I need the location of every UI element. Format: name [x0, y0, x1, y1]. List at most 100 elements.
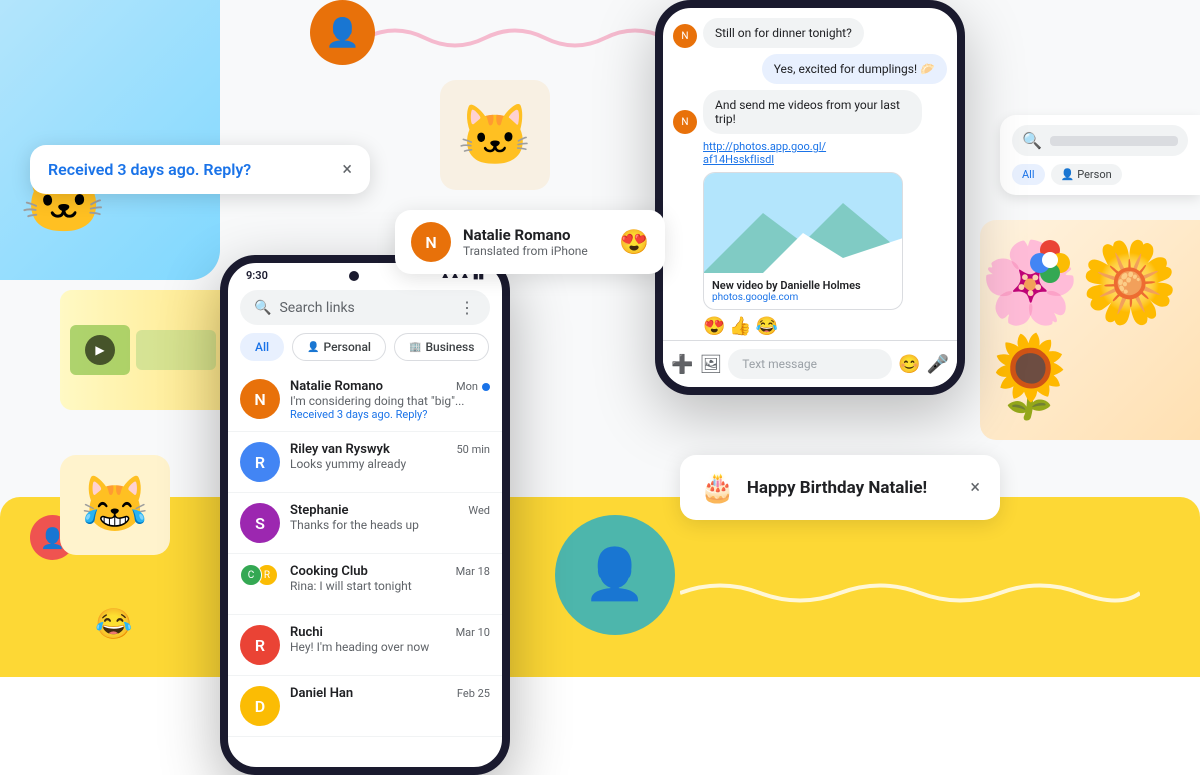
conv-time-stephanie: Wed	[468, 504, 490, 517]
person-avatar-orange: 👤	[310, 0, 375, 65]
birthday-close-button[interactable]: ×	[970, 477, 980, 498]
business-icon: 🏢	[409, 342, 421, 353]
more-options-icon[interactable]: ⋮	[459, 298, 476, 317]
birthday-text: Happy Birthday Natalie!	[747, 478, 959, 498]
conv-time-daniel: Feb 25	[457, 687, 490, 700]
cat-cry-emoji: 😹	[81, 473, 149, 537]
search-mini-icon: 🔍	[1022, 131, 1042, 150]
conv-content-riley: Riley van Ryswyk 50 min Looks yummy alre…	[290, 442, 490, 471]
person-icon: 👤	[307, 342, 319, 353]
image-icon[interactable]: 🖼	[699, 354, 722, 375]
conv-time-cooking: Mar 18	[456, 565, 490, 578]
add-attachment-icon[interactable]: ➕	[671, 354, 693, 375]
avatar-natalie: N	[240, 379, 280, 419]
conversation-daniel[interactable]: D Daniel Han Feb 25	[228, 676, 502, 737]
conv-time-ruchi: Mar 10	[456, 626, 490, 639]
emoji-icon[interactable]: 😊	[898, 354, 920, 375]
conv-time-value: Mon	[456, 380, 478, 393]
reaction-laughing[interactable]: 😂	[756, 316, 778, 337]
conv-reply-natalie[interactable]: Received 3 days ago. Reply?	[290, 408, 490, 421]
search-filter-tabs: All 👤 Person	[1012, 164, 1188, 185]
tab-business-label: Business	[425, 340, 474, 354]
conv-content-ruchi: Ruchi Mar 10 Hey! I'm heading over now	[290, 625, 490, 654]
laugh-emoji-decoration: 😂	[95, 607, 132, 642]
chat-avatar-small: N	[673, 24, 697, 48]
conv-msg-riley: Looks yummy already	[290, 457, 490, 471]
phone-camera	[349, 271, 359, 281]
chat-text-input[interactable]: Text message	[728, 349, 892, 379]
conv-time-natalie: Mon	[456, 380, 490, 393]
tab-personal[interactable]: 👤 Personal	[292, 333, 386, 361]
search-bar-mini[interactable]: 🔍	[1012, 125, 1188, 156]
conv-name-riley: Riley van Ryswyk	[290, 442, 390, 457]
notification-close-button[interactable]: ×	[342, 159, 352, 180]
search-bar-fill	[1050, 136, 1178, 146]
avatar-ruchi: R	[240, 625, 280, 665]
chat-reactions: 😍 👍 😂	[703, 316, 947, 337]
avatar-daniel: D	[240, 686, 280, 726]
person-avatar-emoji: 👤	[325, 16, 360, 49]
conv-content-cooking: Cooking Club Mar 18 Rina: I will start t…	[290, 564, 490, 593]
chat-link-url: http://photos.app.goo.gl/af14HsskfIisdl	[703, 140, 826, 166]
cat-cowboy-sticker: 🐱	[440, 80, 550, 190]
voice-icon[interactable]: 🎤	[927, 354, 949, 375]
search-tab-all-label: All	[1022, 168, 1035, 181]
tab-business[interactable]: 🏢 Business	[394, 333, 489, 361]
chat-input-placeholder: Text message	[742, 357, 817, 371]
cat-cowboy-emoji: 🐱	[458, 100, 533, 171]
reaction-heart-eyes[interactable]: 😍	[703, 316, 725, 337]
messages-phone: 9:30 ▲▲▲ ▮▮ 🔍 Search links ⋮ All 👤 Perso…	[220, 255, 510, 775]
unread-indicator	[482, 383, 490, 391]
chat-input-bar: ➕ 🖼 Text message 😊 🎤	[663, 340, 957, 387]
wavy-yellow-decoration	[680, 573, 1140, 617]
conversation-ruchi[interactable]: R Ruchi Mar 10 Hey! I'm heading over now	[228, 615, 502, 676]
conv-name-daniel: Daniel Han	[290, 686, 353, 701]
search-card: 🔍 All 👤 Person	[1000, 115, 1200, 195]
conversation-riley[interactable]: R Riley van Ryswyk 50 min Looks yummy al…	[228, 432, 502, 493]
top-left-scene: 🐱	[0, 0, 220, 280]
conv-header-natalie: Natalie Romano Mon	[290, 379, 490, 394]
natalie-subtitle: Translated from iPhone	[463, 244, 607, 258]
phone-time: 9:30	[246, 269, 268, 282]
google-photos-icon	[1025, 235, 1075, 285]
search-input[interactable]: Search links	[279, 300, 451, 316]
tab-all-label: All	[255, 340, 269, 354]
phone-search-bar[interactable]: 🔍 Search links ⋮	[240, 290, 490, 325]
conv-name-cooking: Cooking Club	[290, 564, 368, 579]
chat-avatar-small-2: N	[673, 110, 697, 134]
search-tab-all[interactable]: All	[1012, 164, 1045, 185]
conversation-natalie[interactable]: N Natalie Romano Mon I'm considering doi…	[228, 369, 502, 432]
chat-bubble-received-dinner: Still on for dinner tonight?	[703, 18, 864, 48]
natalie-avatar: N	[411, 222, 451, 262]
conversation-cooking-club[interactable]: C R Cooking Club Mar 18 Rina: I will sta…	[228, 554, 502, 615]
conversation-stephanie[interactable]: S Stephanie Wed Thanks for the heads up	[228, 493, 502, 554]
avatar-cooking-club: C R	[240, 564, 280, 604]
birthday-card: 🎂 Happy Birthday Natalie! ×	[680, 455, 1000, 520]
chat-image-subtitle: photos.google.com	[712, 292, 894, 303]
chat-image-card[interactable]: New video by Danielle Holmes photos.goog…	[703, 172, 903, 310]
tab-all[interactable]: All	[240, 333, 284, 361]
chat-messages: N Still on for dinner tonight? Yes, exci…	[663, 8, 957, 347]
chat-image-title: New video by Danielle Holmes	[712, 279, 894, 292]
person-avatar-teal: 👤	[555, 515, 675, 635]
conv-content-natalie: Natalie Romano Mon I'm considering doing…	[290, 379, 490, 421]
natalie-card: N Natalie Romano Translated from iPhone …	[395, 210, 665, 274]
flowers-decoration: 🌸🌼🌻	[980, 220, 1200, 440]
reaction-thumbs-up[interactable]: 👍	[729, 316, 751, 337]
play-button[interactable]: ▶	[85, 335, 115, 365]
wavy-pink-decoration	[365, 18, 665, 62]
conversations-list: N Natalie Romano Mon I'm considering doi…	[228, 369, 502, 737]
search-tab-person-label: Person	[1077, 168, 1111, 181]
chat-msg-dinner: N Still on for dinner tonight?	[673, 18, 947, 48]
conv-content-daniel: Daniel Han Feb 25	[290, 686, 490, 701]
search-tab-person[interactable]: 👤 Person	[1051, 164, 1122, 185]
chat-phone: N Still on for dinner tonight? Yes, exci…	[655, 0, 965, 395]
chat-link[interactable]: http://photos.app.goo.gl/af14HsskfIisdl	[703, 140, 947, 166]
cooking-avatar-1: C	[240, 564, 262, 586]
chat-bubble-sent-dumplings: Yes, excited for dumplings! 🥟	[762, 54, 947, 84]
natalie-info: Natalie Romano Translated from iPhone	[463, 226, 607, 258]
person-filter-icon: 👤	[1061, 168, 1075, 181]
conv-msg-stephanie: Thanks for the heads up	[290, 518, 490, 532]
conv-content-stephanie: Stephanie Wed Thanks for the heads up	[290, 503, 490, 532]
birthday-emoji: 🎂	[700, 471, 735, 504]
